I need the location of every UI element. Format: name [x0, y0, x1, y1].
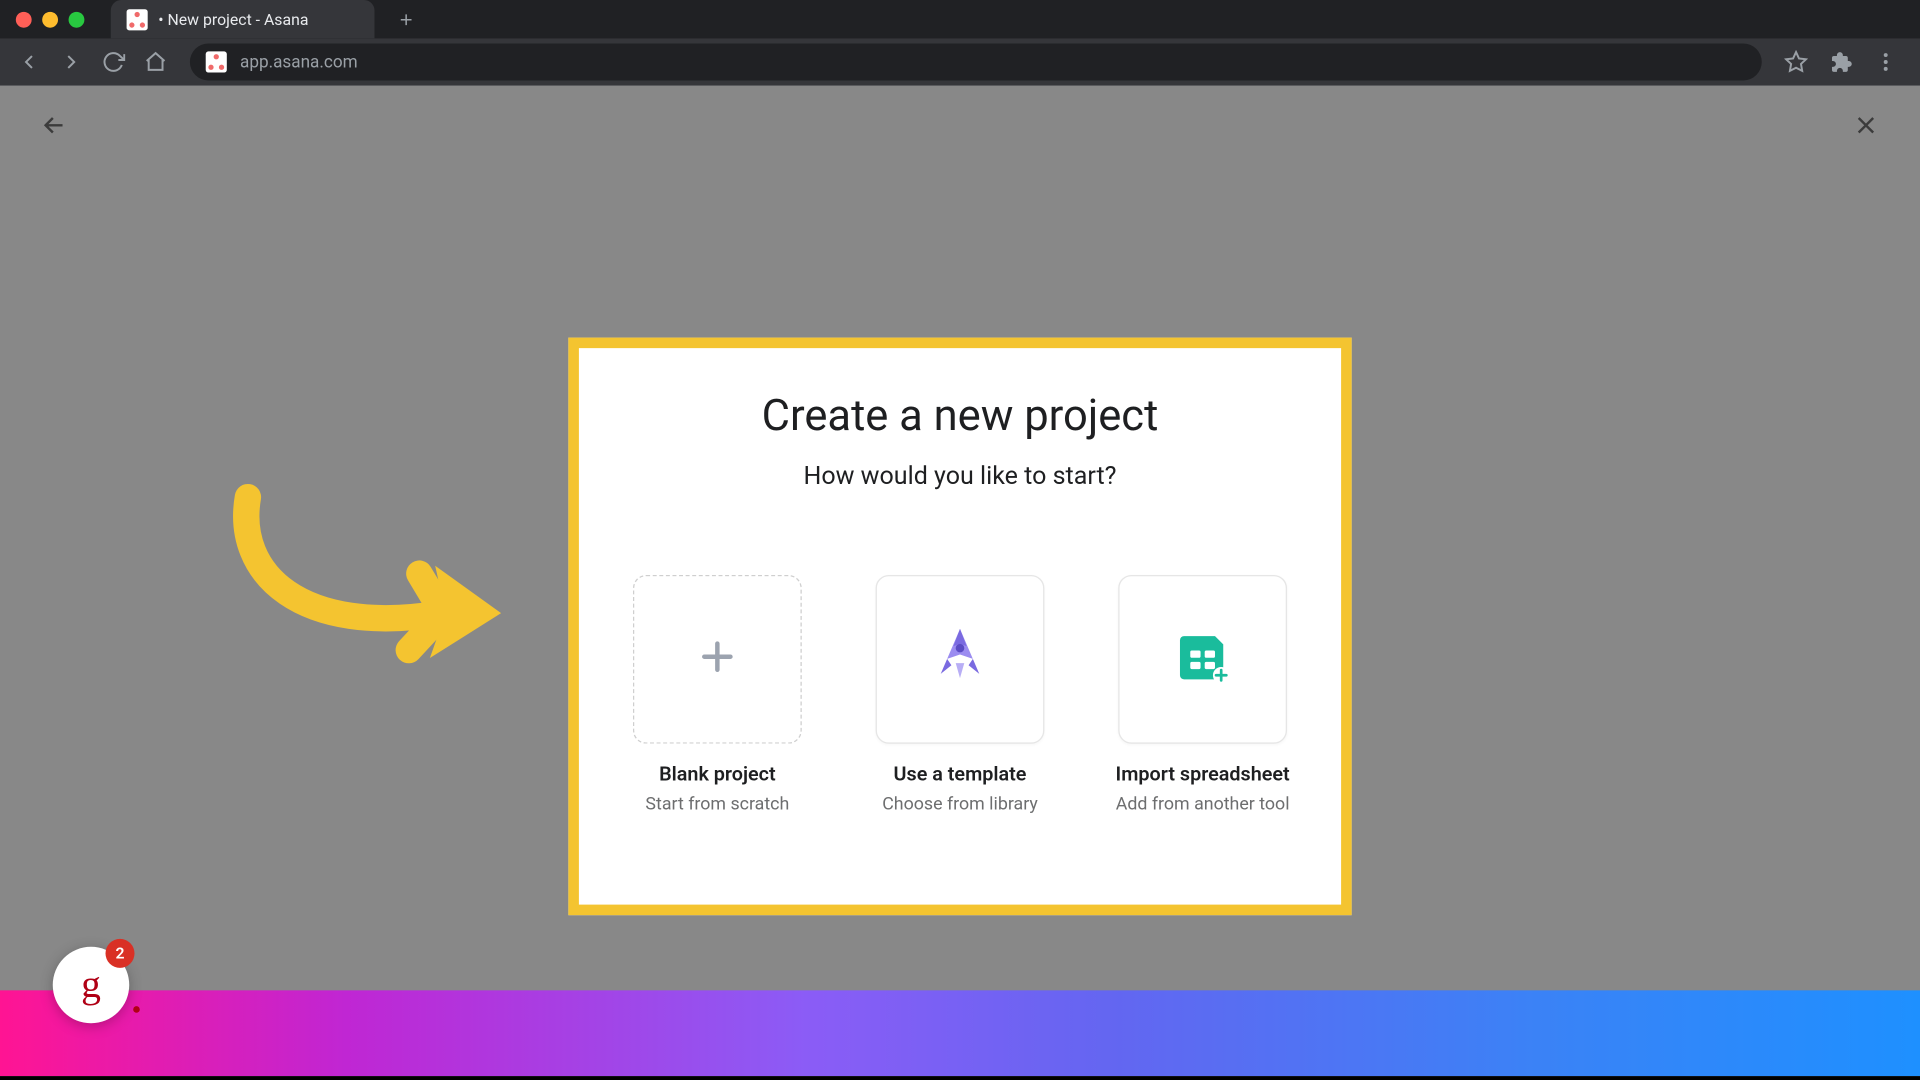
- option-title: Blank project: [659, 762, 776, 786]
- browser-reload-button[interactable]: [95, 44, 132, 81]
- close-button[interactable]: [1846, 105, 1886, 145]
- decorative-gradient-bar: [0, 990, 1920, 1076]
- window-close-button[interactable]: [16, 11, 32, 27]
- address-bar[interactable]: app.asana.com: [190, 44, 1762, 81]
- option-import-spreadsheet[interactable]: Import spreadsheet Add from another tool: [1104, 575, 1302, 815]
- window-maximize-button[interactable]: [69, 11, 85, 27]
- option-subtitle: Choose from library: [882, 794, 1038, 815]
- template-card: [876, 575, 1045, 744]
- modal-subtitle: How would you like to start?: [603, 460, 1318, 490]
- address-text: app.asana.com: [240, 52, 358, 72]
- option-title: Use a template: [894, 762, 1027, 786]
- browser-forward-button[interactable]: [53, 44, 90, 81]
- browser-tab[interactable]: • New project - Asana: [111, 0, 375, 38]
- new-tab-button[interactable]: [393, 6, 419, 32]
- option-subtitle: Start from scratch: [645, 794, 789, 815]
- plus-icon: [695, 634, 740, 684]
- asana-favicon: [127, 9, 148, 30]
- option-subtitle: Add from another tool: [1116, 794, 1290, 815]
- app-canvas: Create a new project How would you like …: [0, 86, 1920, 1076]
- window-controls: [0, 11, 100, 27]
- spreadsheet-icon: [1170, 624, 1236, 695]
- site-favicon: [206, 51, 227, 72]
- help-bubble-button[interactable]: g 2: [53, 947, 129, 1023]
- notification-badge: 2: [105, 939, 134, 968]
- bubble-dot-icon: [133, 1006, 140, 1013]
- bubble-letter: g: [81, 963, 101, 1008]
- import-card: [1118, 575, 1287, 744]
- browser-toolbar: app.asana.com: [0, 38, 1920, 85]
- bookmark-star-icon[interactable]: [1778, 44, 1815, 81]
- create-project-modal: Create a new project How would you like …: [568, 338, 1351, 916]
- browser-back-button[interactable]: [11, 44, 48, 81]
- tab-title: • New project - Asana: [158, 10, 308, 28]
- browser-home-button[interactable]: [137, 44, 174, 81]
- back-arrow-button[interactable]: [34, 105, 74, 145]
- window-minimize-button[interactable]: [42, 11, 58, 27]
- option-use-template[interactable]: Use a template Choose from library: [861, 575, 1059, 815]
- blank-project-card: [633, 575, 802, 744]
- option-blank-project[interactable]: Blank project Start from scratch: [618, 575, 816, 815]
- browser-tab-strip: • New project - Asana: [0, 0, 1920, 38]
- modal-title: Create a new project: [603, 390, 1318, 441]
- browser-menu-icon[interactable]: [1867, 44, 1904, 81]
- option-title: Import spreadsheet: [1116, 762, 1290, 786]
- rocket-icon: [926, 622, 995, 696]
- project-options-row: Blank project Start from scratch: [603, 575, 1318, 815]
- extensions-icon[interactable]: [1822, 44, 1859, 81]
